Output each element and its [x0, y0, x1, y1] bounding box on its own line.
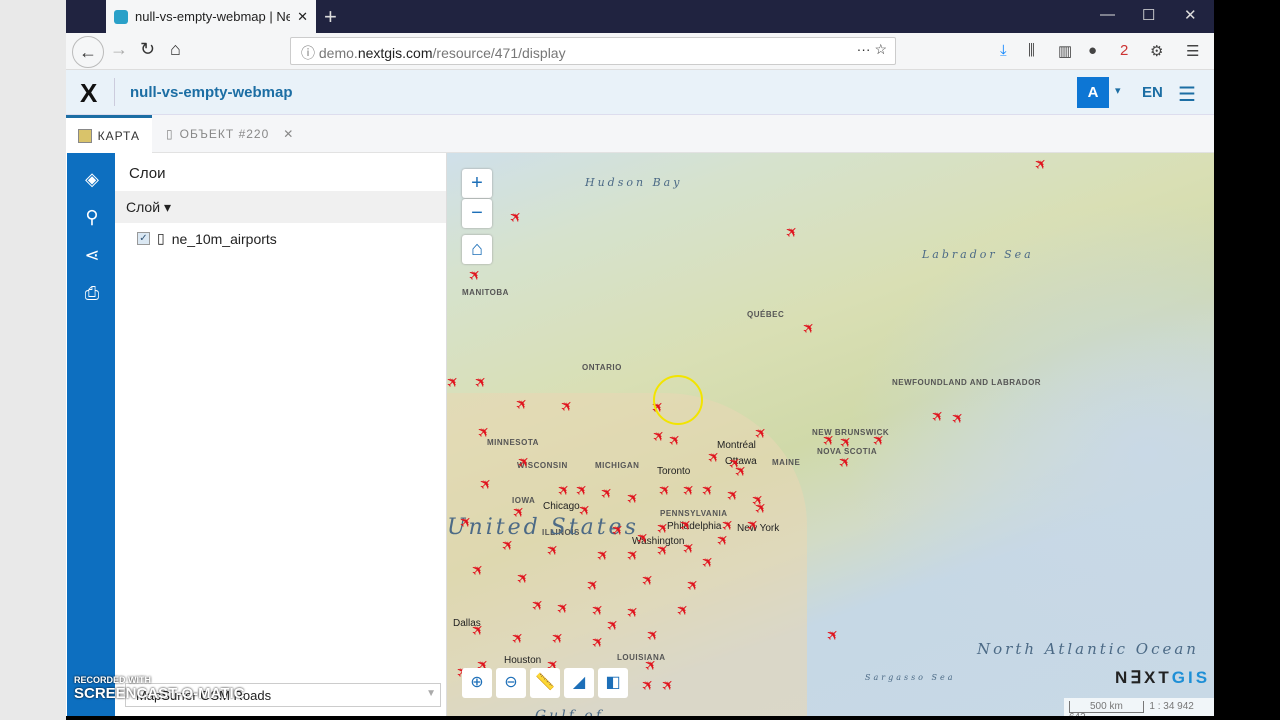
region-label: MANITOBA: [462, 288, 509, 297]
airport-marker-icon[interactable]: ✈: [465, 265, 486, 286]
menu-icon[interactable]: ☰: [1178, 82, 1196, 107]
forward-button[interactable]: →: [110, 39, 128, 60]
nextgis-logo-icon[interactable]: X: [80, 78, 97, 109]
print-icon[interactable]: ⎙: [81, 283, 103, 305]
region-label: LOUISIANA: [617, 653, 666, 662]
layer-item[interactable]: ✓ ▯ ne_10m_airports: [115, 223, 446, 254]
menu-icon[interactable]: ☰: [1186, 42, 1199, 60]
close-tab-icon[interactable]: ✕: [297, 9, 308, 25]
airport-marker-icon[interactable]: ✈: [799, 318, 820, 339]
sea-label: Hudson Bay: [585, 176, 683, 189]
region-label: MAINE: [772, 458, 801, 467]
info-icon: ⓘ: [301, 45, 319, 61]
screencast-watermark: RECORDED WITH SCREENCAST-O-MATIC: [74, 675, 245, 702]
region-label: NEWFOUNDLAND AND LABRADOR: [892, 378, 1042, 387]
document-icon: ▯: [157, 230, 165, 246]
browser-tab[interactable]: null-vs-empty-webmap | NextGIS✕: [106, 0, 316, 33]
zoom-in-button[interactable]: +: [462, 169, 492, 198]
extension-badge[interactable]: 2: [1120, 42, 1128, 59]
document-icon: ▯: [166, 127, 174, 141]
sidebar-icon[interactable]: ▥: [1058, 42, 1072, 60]
reload-button[interactable]: ↻: [140, 39, 155, 60]
extension-icon[interactable]: ●: [1088, 42, 1097, 59]
panel-title: Слои: [129, 165, 166, 182]
sea-label: North Atlantic Ocean: [977, 640, 1199, 658]
bookmark-star-icon[interactable]: ··· ☆: [857, 41, 887, 58]
layers-icon[interactable]: ◈: [81, 169, 103, 191]
browser-toolbar: ← → ↻ ⌂ ⓘ demo.nextgis.com/resource/471/…: [66, 33, 1214, 70]
browser-window: null-vs-empty-webmap | NextGIS✕ + — ☐ ✕ …: [66, 0, 1214, 716]
region-label: MICHIGAN: [595, 461, 640, 470]
scale-bar: 500 km 1 : 34 942 642: [1064, 698, 1214, 716]
map-icon: [78, 128, 92, 143]
layer-column-header[interactable]: Слой ▾: [115, 191, 446, 223]
sidebar: ◈ ⚲ ⋖ ⎙: [67, 153, 115, 716]
caret-down-icon: ▾: [163, 199, 171, 215]
desktop-background: [0, 0, 66, 720]
airport-marker-icon[interactable]: ✈: [1031, 154, 1052, 175]
home-extent-button[interactable]: ⌂: [462, 235, 492, 264]
city-label: Chicago: [543, 501, 580, 512]
map-view[interactable]: MANITOBA ONTARIO QUÉBEC NEWFOUNDLAND AND LA…: [447, 153, 1214, 716]
divider: [114, 78, 115, 106]
new-tab-button[interactable]: +: [324, 4, 337, 30]
search-icon[interactable]: ⚲: [81, 207, 103, 229]
chevron-down-icon[interactable]: ▾: [1115, 84, 1121, 97]
measure-area-button[interactable]: ◢: [564, 668, 594, 698]
close-icon[interactable]: ✕: [283, 127, 294, 141]
nextgis-watermark-logo: N∃XTGIS: [1115, 668, 1211, 687]
airport-marker-icon[interactable]: ✈: [782, 222, 803, 243]
chevron-down-icon: ▼: [426, 688, 436, 699]
back-button[interactable]: ←: [72, 36, 104, 68]
swipe-button[interactable]: ◧: [598, 668, 628, 698]
download-icon[interactable]: ⤓: [1000, 42, 1007, 59]
airport-marker-icon[interactable]: ✈: [506, 207, 527, 228]
tab-object[interactable]: ▯ ОБЪЕКТ #220 ✕: [154, 115, 306, 153]
favicon-icon: [114, 9, 128, 24]
airport-marker-icon[interactable]: ✈: [948, 408, 969, 429]
region-label: PENNSYLVANIA: [660, 509, 728, 518]
maximize-button[interactable]: ☐: [1142, 6, 1155, 24]
layer-checkbox[interactable]: ✓: [137, 232, 150, 245]
airport-marker-icon[interactable]: ✈: [471, 372, 492, 393]
app-header: X null-vs-empty-webmap A ▾ EN ☰: [66, 70, 1214, 115]
zoom-out-box-button[interactable]: ⊖: [496, 668, 526, 698]
airport-marker-icon[interactable]: ✈: [928, 406, 949, 427]
zoom-in-box-button[interactable]: ⊕: [462, 668, 492, 698]
region-label: MINNESOTA: [487, 438, 539, 447]
region-label: ONTARIO: [582, 363, 622, 372]
layers-panel: Слои Слой ▾ ✓ ▯ ne_10m_airports MapSurfer …: [115, 153, 447, 716]
airport-marker-icon[interactable]: ✈: [823, 625, 844, 646]
language-switch[interactable]: EN: [1142, 84, 1163, 101]
city-label: Houston: [504, 655, 542, 666]
minimize-button[interactable]: —: [1100, 6, 1115, 23]
library-icon[interactable]: ⫼: [1028, 42, 1035, 59]
sea-label: Sargasso Sea: [865, 673, 956, 682]
close-window-button[interactable]: ✕: [1184, 6, 1197, 24]
share-icon[interactable]: ⋖: [81, 245, 103, 267]
city-label: Toronto: [657, 466, 691, 477]
gear-icon[interactable]: ⚙: [1150, 42, 1163, 60]
sea-label: Gulf of: [535, 708, 604, 716]
zoom-out-button[interactable]: −: [462, 199, 492, 228]
tab-map[interactable]: КАРТА: [66, 115, 152, 153]
cursor-highlight: [653, 375, 703, 425]
browser-tab-bar: null-vs-empty-webmap | NextGIS✕ + — ☐ ✕: [66, 0, 1214, 33]
avatar[interactable]: A: [1077, 77, 1109, 108]
address-bar[interactable]: ⓘ demo.nextgis.com/resource/471/display ·…: [290, 37, 896, 65]
sea-label: Labrador Sea: [922, 248, 1034, 261]
region-label: QUÉBEC: [747, 310, 785, 319]
city-label: Montréal: [717, 440, 756, 451]
measure-distance-button[interactable]: 📏: [530, 668, 560, 698]
page-tabs: КАРТА ▯ ОБЪЕКТ #220 ✕: [66, 115, 1214, 153]
airport-marker-icon[interactable]: ✈: [447, 372, 464, 393]
home-button[interactable]: ⌂: [170, 39, 181, 60]
page-title: null-vs-empty-webmap: [130, 84, 293, 101]
